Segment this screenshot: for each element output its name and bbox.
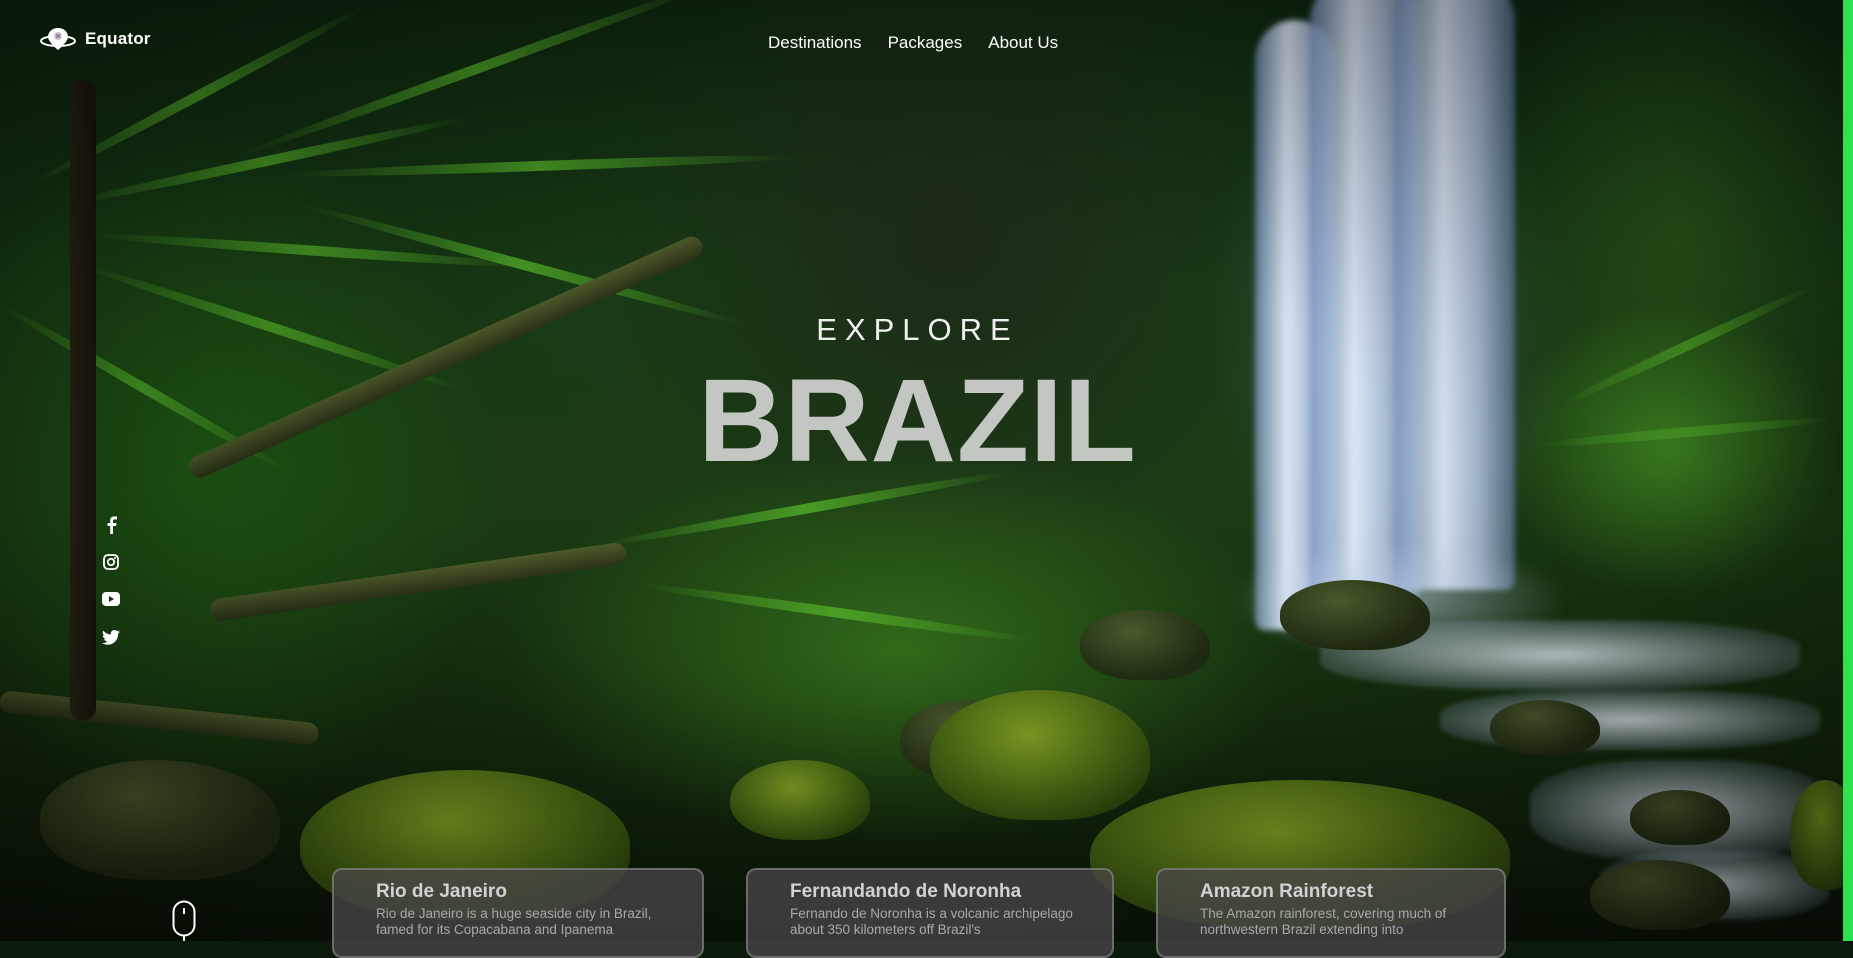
facebook-link[interactable] <box>98 516 124 542</box>
card-title: Rio de Janeiro <box>376 881 507 902</box>
social-links <box>98 516 124 668</box>
mouse-scroll-icon[interactable] <box>172 900 196 941</box>
nav-packages-link[interactable]: Packages <box>888 33 963 53</box>
hero-eyebrow: EXPLORE <box>816 312 1019 347</box>
instagram-icon <box>103 554 119 570</box>
facebook-icon <box>107 516 117 534</box>
brand-name: Equator <box>85 29 151 48</box>
instagram-link[interactable] <box>98 554 124 580</box>
accent-edge-bar <box>1843 0 1853 941</box>
destination-card-amazon[interactable]: Amazon Rainforest The Amazon rainforest,… <box>1156 868 1506 958</box>
youtube-link[interactable] <box>98 592 124 618</box>
destination-card-noronha[interactable]: Fernandando de Noronha Fernando de Noron… <box>746 868 1114 958</box>
card-title: Fernandando de Noronha <box>790 881 1022 902</box>
site-header: Equator Destinations Packages About Us <box>0 0 1853 90</box>
card-title: Amazon Rainforest <box>1200 881 1374 902</box>
twitter-link[interactable] <box>98 630 124 656</box>
twitter-icon <box>102 630 120 645</box>
hero-title: BRAZIL <box>698 355 1137 487</box>
globe-pin-icon <box>40 28 76 50</box>
card-description: Fernando de Noronha is a volcanic archip… <box>790 906 1073 937</box>
brand-logo-link[interactable]: Equator <box>39 26 151 52</box>
nav-about-us-link[interactable]: About Us <box>988 33 1058 53</box>
card-description: The Amazon rainforest, covering much of … <box>1200 906 1447 937</box>
destination-card-rio[interactable]: Rio de Janeiro Rio de Janeiro is a huge … <box>332 868 704 958</box>
main-nav: Destinations Packages About Us <box>768 33 1058 53</box>
youtube-icon <box>102 592 120 606</box>
card-description: Rio de Janeiro is a huge seaside city in… <box>376 906 652 937</box>
nav-destinations-link[interactable]: Destinations <box>768 33 862 53</box>
